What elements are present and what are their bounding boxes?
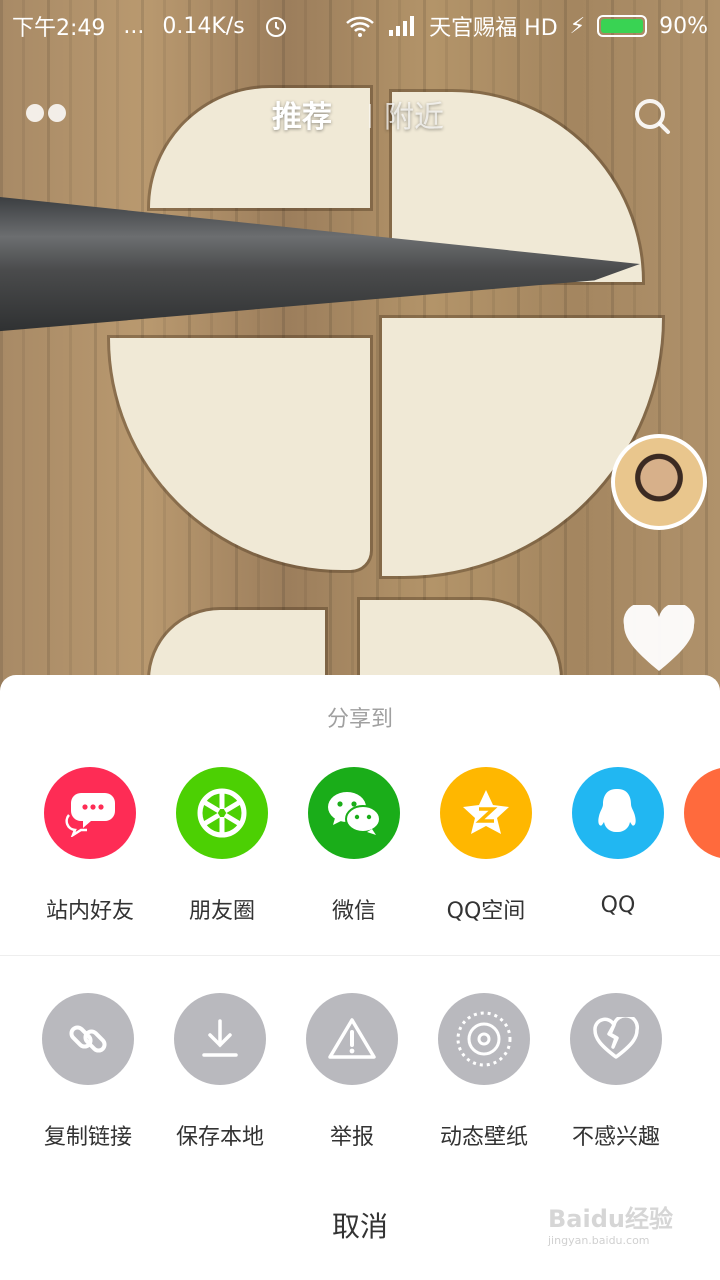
warning-icon [306, 993, 398, 1085]
like-heart-icon[interactable] [622, 605, 696, 675]
battery-level: 90% [659, 13, 708, 39]
not-interested-button[interactable]: 不感兴趣 [550, 993, 682, 1151]
download-icon [174, 993, 266, 1085]
action-label: 举报 [329, 1125, 374, 1150]
moments-shutter-icon [176, 767, 268, 859]
status-bar: 下午2:49 ... 0.14K/s 天官赐福 HD ⚡ 90% [0, 0, 720, 52]
creator-avatar[interactable] [611, 434, 707, 530]
share-target-friends[interactable]: 站内好友 [24, 767, 156, 925]
wechat-icon [308, 767, 400, 859]
network-speed: 0.14K/s [162, 13, 245, 39]
baidu-watermark: Baidu经验 jingyan.baidu.com [548, 1207, 673, 1246]
dough-piece [110, 338, 370, 570]
section-divider [0, 955, 720, 956]
report-button[interactable]: 举报 [286, 993, 418, 1151]
share-target-more[interactable] [684, 767, 720, 859]
battery-icon [597, 15, 648, 37]
share-target-label: QQ空间 [446, 899, 526, 924]
share-target-wechat[interactable]: 微信 [288, 767, 420, 925]
qq-penguin-icon [572, 767, 664, 859]
tab-nearby[interactable]: 附近 [384, 92, 444, 136]
action-label: 动态壁纸 [439, 1125, 528, 1150]
share-target-moments[interactable]: 朋友圈 [156, 767, 288, 925]
actions-row: 复制链接 保存本地 举报 动态壁纸 不感兴趣 [0, 993, 720, 1163]
dough-piece [382, 318, 662, 576]
share-targets-row: 站内好友 朋友圈 微信 QQ空间 QQ [0, 767, 720, 937]
action-label: 不感兴趣 [571, 1125, 660, 1150]
save-local-button[interactable]: 保存本地 [154, 993, 286, 1151]
qzone-star-icon [440, 767, 532, 859]
alarm-icon [265, 17, 286, 37]
status-dots: ... [123, 13, 145, 39]
share-sheet: 分享到 站内好友 朋友圈 微信 QQ空间 QQ 复制链接 保存本地 举报 动态壁… [0, 675, 720, 1280]
signal-icon [389, 16, 415, 36]
tab-recommended[interactable]: 推荐 [272, 92, 332, 136]
top-nav: 推荐 附近 [0, 86, 720, 146]
share-target-qzone[interactable]: QQ空间 [420, 767, 552, 925]
charging-icon: ⚡ [569, 13, 586, 39]
action-label: 复制链接 [43, 1125, 132, 1150]
dough-piece [150, 610, 325, 680]
live-wallpaper-button[interactable]: 动态壁纸 [418, 993, 550, 1151]
carrier-name: 天官赐福 HD [429, 16, 558, 41]
app-logo-icon[interactable] [26, 104, 66, 122]
link-icon [42, 993, 134, 1085]
share-target-label: QQ [600, 893, 636, 918]
status-time: 下午2:49 [12, 16, 106, 41]
wifi-icon [346, 16, 375, 37]
tab-divider [369, 104, 371, 128]
search-icon[interactable] [632, 96, 672, 136]
live-wallpaper-icon [438, 993, 530, 1085]
more-share-icon [684, 767, 720, 859]
copy-link-button[interactable]: 复制链接 [22, 993, 154, 1151]
dough-piece [360, 600, 560, 680]
share-sheet-title: 分享到 [326, 707, 393, 732]
chat-bubble-icon [44, 767, 136, 859]
broken-heart-icon [570, 993, 662, 1085]
share-target-label: 微信 [331, 899, 376, 924]
watermark-text: Baidu经验 [548, 1205, 673, 1233]
screen: 下午2:49 ... 0.14K/s 天官赐福 HD ⚡ 90% 推荐 附近 分… [0, 0, 720, 1280]
share-target-label: 站内好友 [45, 899, 134, 924]
share-target-qq[interactable]: QQ [552, 767, 684, 918]
action-label: 保存本地 [175, 1125, 264, 1150]
watermark-url: jingyan.baidu.com [548, 1234, 650, 1247]
share-target-label: 朋友圈 [188, 899, 255, 924]
